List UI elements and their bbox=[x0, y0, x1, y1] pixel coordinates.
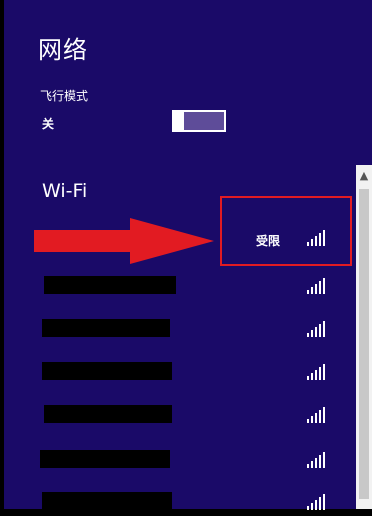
network-name-redacted bbox=[42, 492, 172, 510]
scrollbar-thumb[interactable] bbox=[359, 189, 369, 499]
vertical-scrollbar[interactable]: ▲ bbox=[356, 165, 372, 509]
airplane-mode-state: 关 bbox=[42, 117, 55, 131]
wifi-signal-icon bbox=[307, 278, 325, 294]
network-name-redacted bbox=[40, 450, 170, 468]
wifi-signal-icon bbox=[307, 407, 325, 423]
wifi-network-row[interactable] bbox=[4, 315, 354, 343]
network-name-redacted bbox=[44, 405, 172, 423]
panel-title: 网络 bbox=[38, 36, 88, 64]
wifi-network-row[interactable] bbox=[4, 488, 354, 516]
wifi-signal-icon bbox=[307, 452, 325, 468]
wifi-signal-icon bbox=[307, 321, 325, 337]
red-arrow-icon bbox=[34, 218, 214, 264]
network-name-redacted bbox=[44, 276, 176, 294]
network-name-redacted bbox=[42, 319, 170, 337]
airplane-mode-label: 飞行模式 bbox=[40, 89, 89, 103]
highlight-annotation-box bbox=[220, 196, 352, 266]
wifi-heading: Wi-Fi bbox=[42, 180, 88, 202]
wifi-network-row[interactable] bbox=[4, 272, 354, 300]
wifi-signal-icon bbox=[307, 364, 325, 380]
wifi-network-row[interactable] bbox=[4, 401, 354, 429]
wifi-signal-icon bbox=[307, 494, 325, 510]
scroll-up-icon[interactable]: ▲ bbox=[358, 169, 370, 183]
network-panel: 网络 飞行模式 关 Wi-Fi 受限 ▲ bbox=[4, 0, 372, 510]
toggle-thumb[interactable] bbox=[172, 110, 184, 132]
airplane-mode-toggle[interactable] bbox=[172, 110, 226, 132]
wifi-network-row[interactable] bbox=[4, 358, 354, 386]
wifi-network-row[interactable] bbox=[4, 446, 354, 474]
network-name-redacted bbox=[42, 362, 172, 380]
